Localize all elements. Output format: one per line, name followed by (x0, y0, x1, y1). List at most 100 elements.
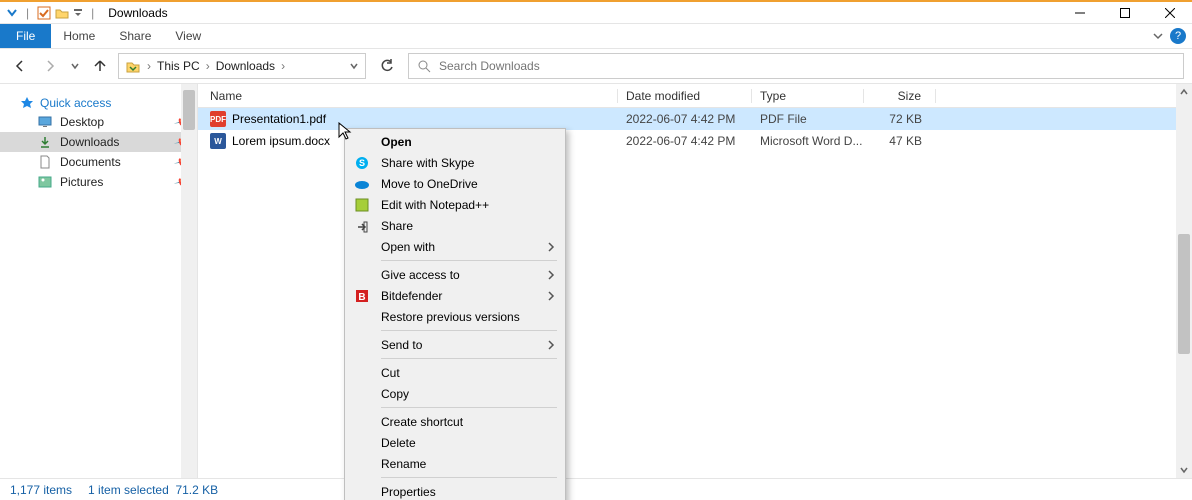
search-input[interactable] (439, 59, 1175, 73)
separator: | (26, 6, 29, 20)
ribbon-expand-icon[interactable] (1152, 30, 1164, 42)
sidebar-item-pictures[interactable]: Pictures 📌 (0, 172, 197, 192)
sidebar-quick-access-label: Quick access (40, 96, 111, 110)
menu-item-icon (353, 134, 371, 150)
file-type: Microsoft Word D... (752, 134, 864, 148)
menu-item-label: Open with (381, 240, 537, 254)
chevron-right-icon[interactable]: › (204, 59, 212, 73)
column-type[interactable]: Type (752, 89, 864, 103)
sidebar-item-label: Desktop (60, 115, 104, 129)
tab-view[interactable]: View (163, 24, 213, 48)
menu-item-label: Properties (381, 485, 555, 499)
sidebar-scrollbar[interactable] (181, 84, 197, 478)
submenu-arrow-icon (547, 242, 555, 252)
maximize-button[interactable] (1102, 2, 1147, 24)
menu-item-label: Delete (381, 436, 555, 450)
menu-item-label: Bitdefender (381, 289, 537, 303)
menu-item-label: Restore previous versions (381, 310, 555, 324)
menu-item-label: Share with Skype (381, 156, 555, 170)
status-selected: 1 item selected 71.2 KB (88, 483, 218, 497)
scroll-down-icon[interactable] (1176, 462, 1192, 478)
address-bar[interactable]: › This PC › Downloads › (118, 53, 366, 79)
scroll-up-icon[interactable] (1176, 84, 1192, 100)
menu-separator (381, 260, 557, 261)
menu-item[interactable]: Move to OneDrive (345, 173, 565, 194)
qat-down-arrow-icon[interactable] (6, 7, 18, 19)
scrollbar-thumb[interactable] (1178, 234, 1190, 354)
recent-locations-icon[interactable] (68, 54, 82, 78)
qat-customize-icon[interactable] (73, 8, 83, 18)
qat-checkbox-icon[interactable] (37, 6, 51, 20)
file-size: 47 KB (864, 134, 936, 148)
refresh-button[interactable] (372, 53, 402, 79)
tab-share[interactable]: Share (107, 24, 163, 48)
up-button[interactable] (88, 54, 112, 78)
tab-file[interactable]: File (0, 24, 51, 48)
menu-item[interactable]: Share (345, 215, 565, 236)
breadcrumb[interactable]: Downloads (216, 59, 275, 73)
menu-item-icon (353, 239, 371, 255)
address-dropdown-icon[interactable] (349, 61, 359, 71)
breadcrumb[interactable]: This PC (157, 59, 200, 73)
close-button[interactable] (1147, 2, 1192, 24)
sidebar-item-label: Pictures (60, 175, 103, 189)
menu-item[interactable]: Create shortcut (345, 411, 565, 432)
file-row[interactable]: PDFPresentation1.pdf2022-06-07 4:42 PMPD… (198, 108, 1192, 130)
menu-item-icon (353, 456, 371, 472)
help-button[interactable]: ? (1170, 28, 1186, 44)
column-date[interactable]: Date modified (618, 89, 752, 103)
column-headers: Name Date modified Type Size (198, 84, 1192, 108)
menu-item-label: Share (381, 219, 555, 233)
menu-item[interactable]: Rename (345, 453, 565, 474)
menu-item[interactable]: Properties (345, 481, 565, 500)
sidebar-item-desktop[interactable]: Desktop 📌 (0, 112, 197, 132)
sidebar-quick-access[interactable]: Quick access (0, 94, 197, 112)
ribbon: File Home Share View ? (0, 24, 1192, 48)
menu-item[interactable]: Edit with Notepad++ (345, 194, 565, 215)
scrollbar-thumb[interactable] (183, 90, 195, 130)
status-bar: 1,177 items 1 item selected 71.2 KB (0, 478, 1192, 500)
menu-item[interactable]: Give access to (345, 264, 565, 285)
navbar: › This PC › Downloads › (0, 48, 1192, 84)
search-icon (417, 59, 431, 73)
menu-item[interactable]: Cut (345, 362, 565, 383)
menu-item-label: Move to OneDrive (381, 177, 555, 191)
tab-home[interactable]: Home (51, 24, 107, 48)
desktop-icon (38, 115, 52, 129)
column-name[interactable]: Name (198, 89, 618, 103)
chevron-right-icon[interactable]: › (145, 59, 153, 73)
menu-item[interactable]: Send to (345, 334, 565, 355)
submenu-arrow-icon (547, 291, 555, 301)
sidebar-item-label: Documents (60, 155, 121, 169)
search-box[interactable] (408, 53, 1184, 79)
downloads-icon (38, 135, 52, 149)
minimize-button[interactable] (1057, 2, 1102, 24)
chevron-right-icon[interactable]: › (279, 59, 287, 73)
menu-item[interactable]: Delete (345, 432, 565, 453)
qat-folder-icon[interactable] (55, 6, 69, 20)
menu-item-label: Give access to (381, 268, 537, 282)
docx-file-icon: W (210, 133, 226, 149)
file-date: 2022-06-07 4:42 PM (618, 134, 752, 148)
menu-item[interactable]: B Bitdefender (345, 285, 565, 306)
address-folder-icon (125, 58, 141, 74)
menu-item[interactable]: Restore previous versions (345, 306, 565, 327)
menu-separator (381, 358, 557, 359)
sidebar-item-downloads[interactable]: Downloads 📌 (0, 132, 197, 152)
forward-button[interactable] (38, 54, 62, 78)
menu-item-icon (353, 267, 371, 283)
menu-item-label: Copy (381, 387, 555, 401)
status-total-items: 1,177 items (10, 483, 72, 497)
column-size[interactable]: Size (864, 89, 936, 103)
sidebar-item-documents[interactable]: Documents 📌 (0, 152, 197, 172)
menu-item[interactable]: Open (345, 131, 565, 152)
menu-item[interactable]: Copy (345, 383, 565, 404)
content-scrollbar[interactable] (1176, 84, 1192, 478)
menu-item-icon (353, 337, 371, 353)
bitdefender-icon: B (353, 288, 371, 304)
back-button[interactable] (8, 54, 32, 78)
menu-item-icon (353, 309, 371, 325)
menu-item[interactable]: SShare with Skype (345, 152, 565, 173)
menu-item[interactable]: Open with (345, 236, 565, 257)
menu-item-label: Create shortcut (381, 415, 555, 429)
